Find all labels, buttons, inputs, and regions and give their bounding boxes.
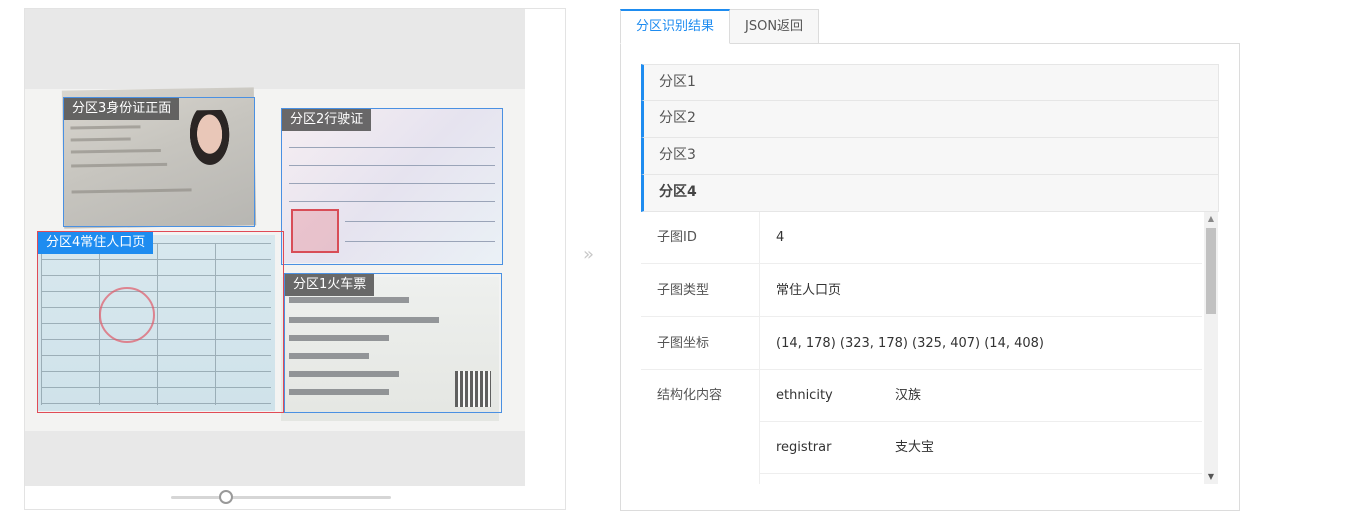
structured-row: ethnicity 汉族 [760, 370, 1202, 422]
detail-scrollbar[interactable]: ▲ ▼ [1204, 212, 1218, 484]
app-root: 分区3身份证正面 分区2行驶证 分区4常住人口页 分区1火车票 » 分区识别结果… [0, 0, 1353, 514]
detail-row-sub-type: 子图类型 常住人口页 [641, 264, 1202, 317]
detail-value: 常住人口页 [776, 283, 842, 298]
result-tabs: 分区识别结果 JSON返回 [620, 9, 820, 44]
region-label-3: 分区3身份证正面 [64, 98, 180, 120]
detail-value: 4 [776, 230, 785, 245]
image-preview-panel: 分区3身份证正面 分区2行驶证 分区4常住人口页 分区1火车票 [24, 8, 566, 510]
region-label-4: 分区4常住人口页 [38, 232, 154, 254]
structured-row: registrar 支大宝 [760, 422, 1202, 474]
partition-item-1[interactable]: 分区1 [641, 64, 1219, 101]
region-box-3[interactable]: 分区3身份证正面 [63, 97, 255, 227]
detail-key: 子图ID [657, 230, 697, 245]
double-chevron-right-icon: » [583, 244, 595, 265]
structured-value: 支大宝 [895, 440, 935, 455]
structured-key: registrar [776, 440, 832, 455]
partition-item-3[interactable]: 分区3 [641, 138, 1219, 175]
region-label-2: 分区2行驶证 [282, 109, 372, 131]
detail-row-coords: 子图坐标 (14, 178) (323, 178) (325, 407) (14… [641, 317, 1202, 370]
zoom-slider-handle[interactable] [219, 490, 233, 504]
partition-item-4[interactable]: 分区4 [641, 175, 1219, 212]
scrollbar-thumb[interactable] [1206, 228, 1216, 314]
structured-key: ethnicity [776, 388, 833, 403]
region-box-4[interactable]: 分区4常住人口页 [37, 231, 284, 413]
scroll-up-icon[interactable]: ▲ [1204, 212, 1218, 226]
detail-key: 子图类型 [657, 283, 710, 298]
detail-key: 子图坐标 [657, 336, 710, 351]
scroll-down-icon[interactable]: ▼ [1204, 470, 1218, 484]
tab-json-response[interactable]: JSON返回 [730, 9, 820, 44]
region-box-1[interactable]: 分区1火车票 [284, 273, 502, 413]
partition-item-2[interactable]: 分区2 [641, 101, 1219, 138]
image-viewer[interactable]: 分区3身份证正面 分区2行驶证 分区4常住人口页 分区1火车票 [25, 9, 525, 486]
detail-row-sub-id: 子图ID 4 [641, 212, 1202, 264]
result-panel: 分区1 分区2 分区3 分区4 子图ID 4 子图类型 常住人口页 子图坐标 (… [620, 43, 1240, 511]
detail-value: (14, 178) (323, 178) (325, 407) (14, 408… [776, 336, 1044, 351]
region-label-1: 分区1火车票 [285, 274, 375, 296]
partition-list: 分区1 分区2 分区3 分区4 [641, 64, 1219, 212]
structured-value: 汉族 [895, 388, 922, 403]
zoom-slider-track[interactable] [171, 496, 391, 499]
detail-key: 结构化内容 [657, 388, 723, 403]
tab-partition-results[interactable]: 分区识别结果 [620, 9, 731, 44]
region-box-2[interactable]: 分区2行驶证 [281, 108, 503, 265]
partition-detail-table: 子图ID 4 子图类型 常住人口页 子图坐标 (14, 178) (323, 1… [641, 212, 1219, 484]
